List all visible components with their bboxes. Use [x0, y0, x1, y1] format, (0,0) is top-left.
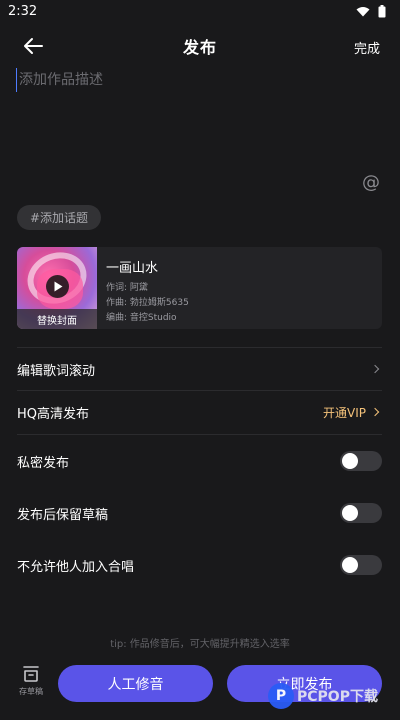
open-vip-label: 开通VIP: [323, 405, 366, 420]
back-button[interactable]: [22, 36, 44, 56]
divider: [17, 390, 382, 391]
status-bar: 2:32: [0, 0, 400, 22]
song-arranger: 编曲: 音控Studio: [106, 313, 177, 323]
edit-lyrics-scroll-label: 编辑歌词滚动: [17, 363, 96, 379]
hq-publish-label: HQ高清发布: [17, 406, 90, 422]
no-chorus-label: 不允许他人加入合唱: [17, 559, 135, 575]
chevron-right-icon: [370, 364, 380, 374]
battery-icon: [378, 4, 386, 17]
divider: [17, 434, 382, 435]
chevron-right-icon: [370, 407, 380, 417]
wifi-icon: [356, 6, 370, 16]
private-publish-toggle[interactable]: [340, 451, 382, 471]
page-title: 发布: [182, 38, 217, 57]
arrow-left-icon: [24, 38, 43, 54]
no-chorus-row: 不允许他人加入合唱: [17, 554, 382, 576]
song-cover[interactable]: 替换封面: [17, 247, 97, 329]
add-topic-button[interactable]: #添加话题: [17, 205, 102, 230]
mention-icon[interactable]: @: [362, 172, 380, 193]
song-card[interactable]: 替换封面 一画山水 作词: 阿黛 作曲: 勃拉姆斯5635 编曲: 音控Stud…: [17, 247, 382, 329]
manual-tune-button[interactable]: 人工修音: [58, 665, 213, 702]
nav-bar: 发布 完成: [0, 30, 400, 62]
song-title: 一画山水: [106, 261, 159, 276]
keep-draft-label: 发布后保留草稿: [17, 507, 109, 523]
play-icon: [54, 281, 62, 292]
done-button[interactable]: 完成: [354, 38, 380, 57]
watermark-text: PCPOP下载: [297, 689, 378, 705]
replace-cover-button[interactable]: 替换封面: [17, 309, 97, 329]
tip-text: tip: 作品修音后，可大幅提升精选入选率: [110, 639, 290, 650]
save-draft-button[interactable]: 存草稿: [14, 665, 48, 705]
watermark-logo: P: [268, 683, 294, 709]
song-info: 一画山水 作词: 阿黛 作曲: 勃拉姆斯5635 编曲: 音控Studio: [97, 247, 189, 329]
status-time: 2:32: [8, 3, 38, 19]
private-publish-row: 私密发布: [17, 450, 382, 472]
no-chorus-toggle[interactable]: [340, 555, 382, 575]
hq-publish-row[interactable]: HQ高清发布 开通VIP: [17, 401, 382, 423]
divider: [17, 347, 382, 348]
description-input[interactable]: [16, 68, 384, 92]
song-lyricist: 作词: 阿黛: [106, 283, 148, 293]
song-composer: 作曲: 勃拉姆斯5635: [106, 298, 189, 308]
keep-draft-toggle[interactable]: [340, 503, 382, 523]
private-publish-label: 私密发布: [17, 455, 70, 471]
save-draft-label: 存草稿: [19, 687, 43, 696]
edit-lyrics-scroll-row[interactable]: 编辑歌词滚动: [17, 358, 382, 380]
status-icons: [356, 4, 386, 18]
draft-box-icon: [23, 666, 39, 682]
open-vip-link[interactable]: 开通VIP: [323, 404, 382, 421]
keep-draft-row: 发布后保留草稿: [17, 502, 382, 524]
watermark: P PCPOP下载: [268, 683, 378, 709]
play-button[interactable]: [46, 275, 69, 298]
